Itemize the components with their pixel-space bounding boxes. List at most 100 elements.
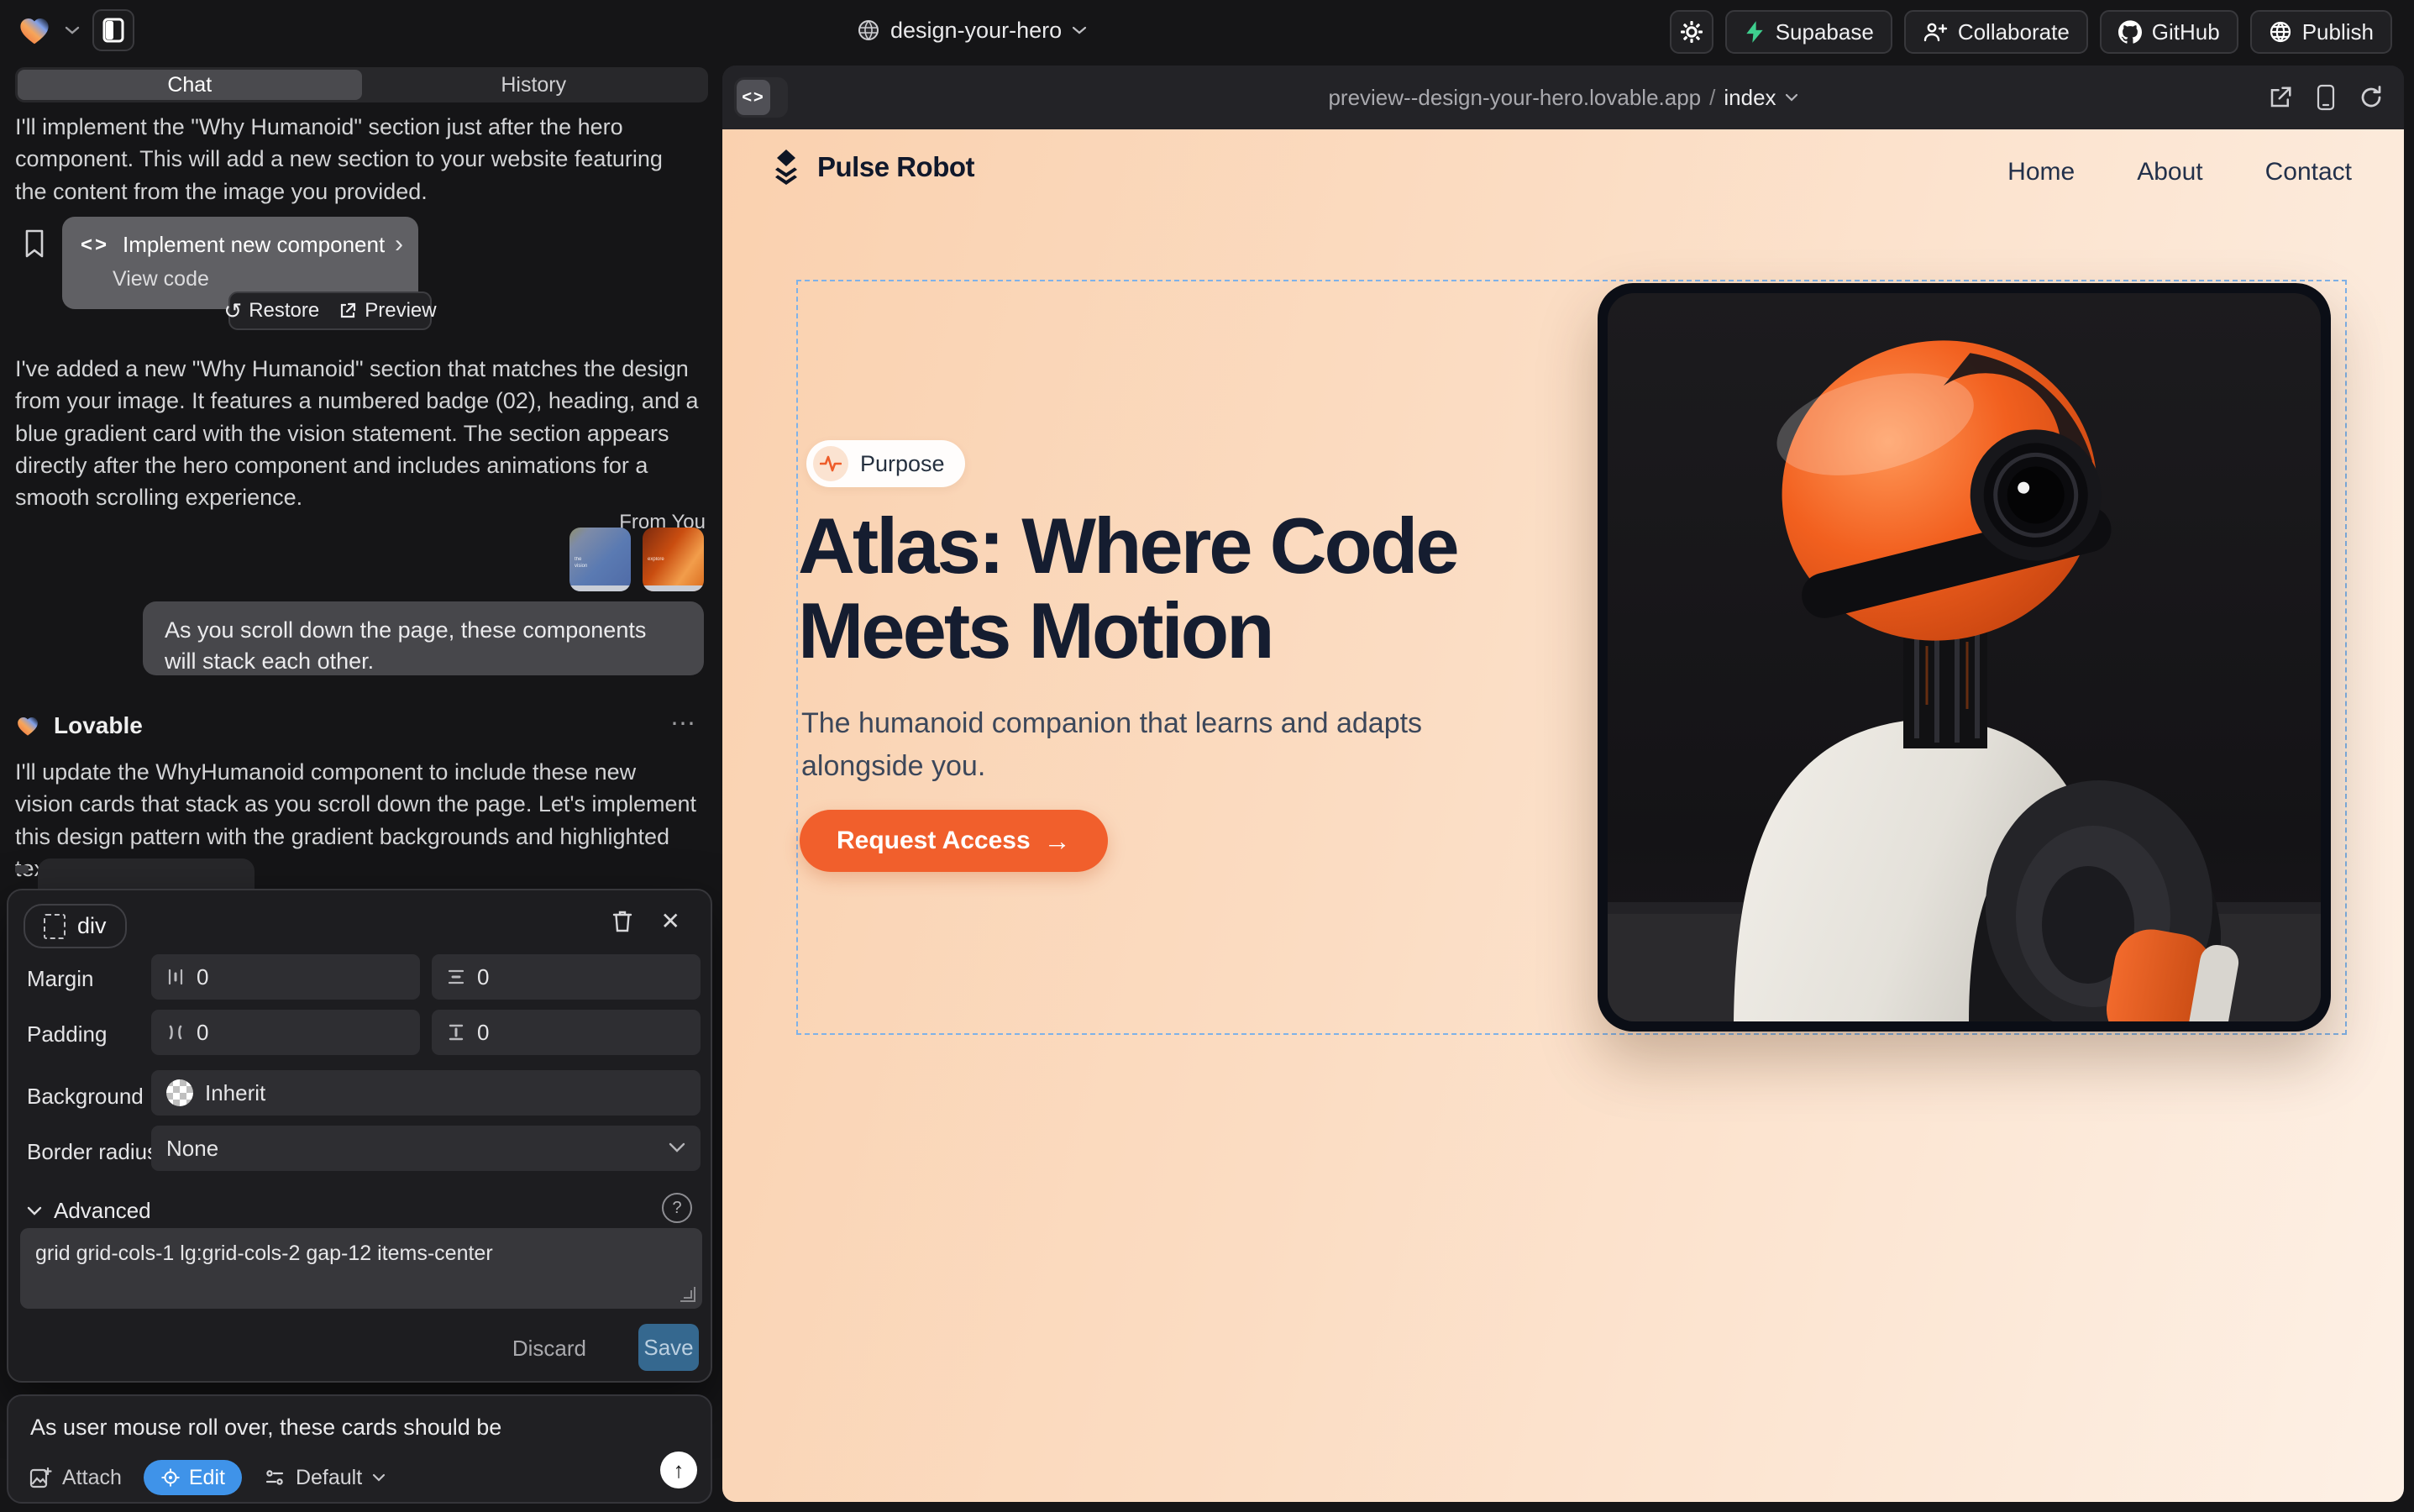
nav-home[interactable]: Home	[2007, 158, 2075, 186]
message-menu-button[interactable]: ⋯	[670, 709, 697, 738]
edit-mode-button[interactable]: Edit	[144, 1460, 242, 1495]
element-tag: div	[77, 913, 107, 939]
trash-icon	[611, 909, 633, 934]
chat-input[interactable]: As user mouse roll over, these cards sho…	[30, 1415, 685, 1441]
request-access-button[interactable]: Request Access →	[800, 810, 1108, 872]
external-link-icon	[338, 301, 358, 321]
nav-about[interactable]: About	[2137, 158, 2202, 186]
element-inspector-panel: div ✕ Margin 0 0 Padding 0 0	[7, 889, 712, 1383]
delete-element-button[interactable]	[611, 909, 633, 938]
collaborate-button[interactable]: Collaborate	[1904, 10, 2088, 54]
github-icon	[2118, 20, 2142, 44]
sliders-icon	[264, 1467, 286, 1488]
margin-y-icon	[447, 968, 465, 986]
project-name: design-your-hero	[890, 18, 1062, 44]
restore-button[interactable]: ↺ Restore	[223, 298, 319, 324]
send-arrow-icon: ↑	[674, 1457, 685, 1483]
target-icon	[160, 1467, 181, 1488]
card-hover-toolbar: ↺ Restore Preview	[228, 291, 432, 330]
supabase-icon	[1744, 20, 1766, 44]
site-logo[interactable]: Pulse Robot	[769, 148, 974, 186]
chevron-down-icon	[669, 1142, 685, 1153]
chat-history-tabs: Chat History	[15, 67, 708, 102]
background-label: Background	[27, 1084, 144, 1110]
view-code-link[interactable]: View code	[113, 267, 209, 291]
attachment-thumbnail-blue[interactable]: thevision	[569, 528, 631, 591]
padding-label: Padding	[27, 1021, 107, 1047]
refresh-button[interactable]	[2359, 85, 2384, 110]
chat-sidebar: Chat History I'll implement the "Why Hum…	[0, 60, 712, 1512]
user-message-bubble: As you scroll down the page, these compo…	[143, 601, 704, 675]
attachment-thumbnail-orange[interactable]: explore	[643, 528, 704, 591]
assistant-message-2: I've added a new "Why Humanoid" section …	[15, 353, 700, 514]
refresh-icon	[2359, 85, 2384, 110]
tab-chat[interactable]: Chat	[18, 70, 362, 100]
github-button[interactable]: GitHub	[2100, 10, 2238, 54]
project-chevron-down-icon	[1072, 25, 1087, 35]
margin-y-input[interactable]: 0	[432, 954, 701, 1000]
component-card-title: Implement new component	[123, 232, 385, 258]
open-in-new-tab-button[interactable]	[2268, 85, 2293, 110]
help-icon[interactable]: ?	[662, 1193, 692, 1223]
phone-icon	[2317, 84, 2335, 111]
padding-y-input[interactable]: 0	[432, 1010, 701, 1055]
project-globe-icon	[857, 18, 880, 42]
sidebar-toggle-button[interactable]	[92, 9, 134, 51]
discard-button[interactable]: Discard	[512, 1336, 586, 1362]
settings-button[interactable]	[1670, 10, 1713, 54]
preview-panel: preview--design-your-hero.lovable.app / …	[722, 66, 2404, 1502]
chevron-down-icon	[27, 1206, 42, 1216]
background-input[interactable]: Inherit	[151, 1070, 701, 1116]
publish-button[interactable]: Publish	[2250, 10, 2392, 54]
hidden-component-card[interactable]	[38, 858, 255, 892]
close-inspector-button[interactable]: ✕	[661, 907, 680, 935]
margin-x-input[interactable]: 0	[151, 954, 420, 1000]
chevron-right-icon: ›	[395, 230, 403, 259]
advanced-classes-textarea[interactable]: grid grid-cols-1 lg:grid-cols-2 gap-12 i…	[20, 1228, 702, 1309]
chevron-down-icon	[372, 1473, 386, 1483]
assistant-name: Lovable	[54, 712, 143, 739]
attach-button[interactable]: Attach	[29, 1466, 122, 1490]
hero-subheading: The humanoid companion that learns and a…	[801, 702, 1465, 788]
mobile-view-button[interactable]	[2317, 84, 2335, 111]
pulse-icon	[813, 446, 848, 481]
project-switcher[interactable]: design-your-hero	[857, 0, 1087, 60]
assistant-message-1: I'll implement the "Why Humanoid" sectio…	[15, 111, 700, 207]
hidden-bookmark-icon	[15, 865, 29, 874]
site-nav: Home About Contact	[2007, 158, 2352, 186]
purpose-badge: Purpose	[806, 440, 965, 487]
send-button[interactable]: ↑	[660, 1452, 697, 1488]
robot-illustration	[1608, 293, 2321, 1021]
app-window: design-your-hero Supabase Collaborate	[0, 0, 2414, 1512]
padding-x-icon	[166, 1023, 185, 1042]
arrow-right-icon: →	[1044, 826, 1071, 857]
code-icon: <>	[81, 234, 109, 257]
advanced-section-toggle[interactable]: Advanced	[27, 1198, 151, 1224]
restore-icon: ↺	[223, 298, 242, 324]
workspace-chevron-down-icon[interactable]	[64, 24, 81, 36]
lovable-heart-icon	[15, 713, 40, 738]
hero-heading: Atlas: Where Code Meets Motion	[798, 504, 1554, 673]
chat-composer: As user mouse roll over, these cards sho…	[7, 1394, 712, 1504]
padding-y-icon	[447, 1023, 465, 1042]
purpose-badge-label: Purpose	[860, 451, 945, 477]
save-button[interactable]: Save	[638, 1324, 699, 1371]
nav-contact[interactable]: Contact	[2265, 158, 2352, 186]
rendered-site: Pulse Robot Home About Contact Purpose A…	[722, 129, 2404, 1502]
model-mode-select[interactable]: Default	[264, 1466, 386, 1490]
hero-robot-image	[1598, 283, 2331, 1032]
border-radius-select[interactable]: None	[151, 1126, 701, 1171]
tab-history[interactable]: History	[362, 70, 706, 100]
code-view-toggle[interactable]: <>	[734, 77, 788, 118]
selected-element-pill[interactable]: div	[24, 904, 127, 948]
lovable-logo-icon[interactable]	[17, 13, 52, 48]
external-link-icon	[2268, 85, 2293, 110]
padding-x-input[interactable]: 0	[151, 1010, 420, 1055]
supabase-button[interactable]: Supabase	[1725, 10, 1892, 54]
preview-button[interactable]: Preview	[338, 299, 436, 323]
element-outline-icon	[44, 914, 66, 939]
bookmark-icon[interactable]	[22, 228, 47, 263]
collaborate-people-icon	[1923, 21, 1948, 43]
preview-url[interactable]: preview--design-your-hero.lovable.app / …	[722, 66, 2404, 129]
margin-x-icon	[166, 968, 185, 986]
